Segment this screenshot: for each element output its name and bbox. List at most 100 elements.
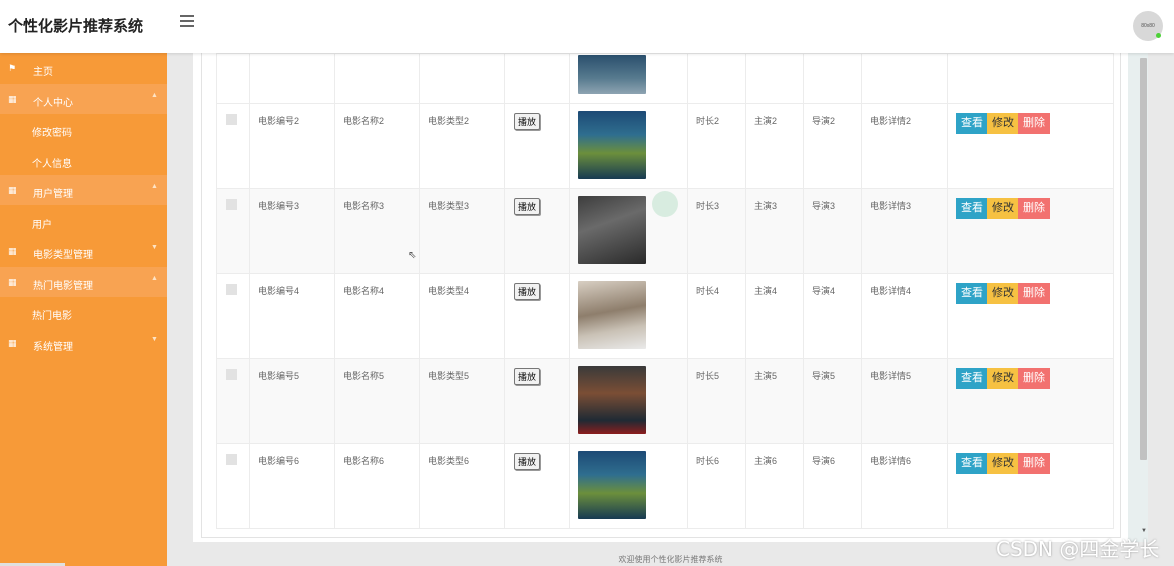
sidebar-item-label: 个人信息 (32, 159, 72, 170)
sidebar-item-label: 系统管理 (33, 342, 73, 353)
edit-button[interactable]: 修改 (987, 453, 1019, 474)
table-cell: 电影详情4 (861, 273, 948, 359)
movie-duration: 时长3 (696, 201, 720, 211)
movie-poster (578, 196, 646, 264)
grid-icon: ▦ (8, 277, 17, 287)
table-row: 电影编号6 电影名称6 电影类型6 播放 时长6 主演6 导演6 电影详情6 查看 修改 删除 (216, 443, 1114, 529)
table-cell: 播放 (504, 273, 570, 359)
table-cell: 主演5 (745, 358, 804, 444)
sidebar-item-6[interactable]: ▦ 电影类型管理 ▼ (0, 236, 167, 266)
sidebar-item-5[interactable]: 用户 (0, 206, 167, 236)
sidebar-item-9[interactable]: ▦ 系统管理 ▼ (0, 328, 167, 358)
table-row (216, 53, 1114, 104)
edit-button[interactable]: 修改 (987, 368, 1019, 389)
online-status-dot (1156, 33, 1161, 38)
actions-cell: 查看 修改 删除 (947, 188, 1114, 274)
sidebar: ⚑ 主页 ▦ 个人中心 ▲ 修改密码个人信息 ▦ 用户管理 ▲ 用户 ▦ 电影类型管理 ▼ ▦ 热门电影管理… (0, 53, 167, 566)
play-button[interactable]: 播放 (514, 368, 541, 385)
table-cell: 导演2 (803, 103, 862, 189)
table-cell: 时长5 (687, 358, 746, 444)
sidebar-item-4[interactable]: ▦ 用户管理 ▲ (0, 175, 167, 205)
movie-detail: 电影详情5 (870, 371, 912, 381)
table-cell: 电影编号2 (249, 103, 335, 189)
sidebar-item-3[interactable]: 个人信息 (0, 145, 167, 175)
chevron-up-icon: ▲ (151, 275, 158, 282)
table-cell (216, 53, 250, 104)
view-button[interactable]: 查看 (956, 198, 988, 219)
movie-type: 电影类型2 (428, 116, 470, 126)
table-cell: 导演6 (803, 443, 862, 529)
edit-button[interactable]: 修改 (987, 283, 1019, 304)
row-checkbox[interactable] (226, 114, 237, 125)
click-ripple (652, 191, 678, 217)
checkbox-cell (216, 188, 250, 274)
play-button[interactable]: 播放 (514, 453, 541, 470)
movie-poster (578, 366, 646, 434)
table-cell: 电影编号5 (249, 358, 335, 444)
movie-director: 导演2 (812, 116, 836, 126)
chevron-down-icon: ▼ (151, 336, 158, 343)
movie-poster (578, 451, 646, 519)
table-row: 电影编号4 电影名称4 电影类型4 播放 时长4 主演4 导演4 电影详情4 查看 修改 删除 (216, 273, 1114, 359)
movie-id: 电影编号5 (258, 371, 300, 381)
table-cell: 播放 (504, 443, 570, 529)
table-cell (745, 53, 804, 104)
actions-cell: 查看 修改 删除 (947, 103, 1114, 189)
row-checkbox[interactable] (226, 369, 237, 380)
movie-duration: 时长5 (696, 371, 720, 381)
table-cell: 电影详情3 (861, 188, 948, 274)
view-button[interactable]: 查看 (956, 113, 988, 134)
movie-id: 电影编号2 (258, 116, 300, 126)
play-button[interactable]: 播放 (514, 113, 541, 130)
table-cell (569, 358, 688, 444)
row-actions: 查看 修改 删除 (948, 104, 1113, 134)
row-checkbox[interactable] (226, 454, 237, 465)
row-checkbox[interactable] (226, 284, 237, 295)
sidebar-item-2[interactable]: 修改密码 (0, 114, 167, 144)
table-cell: 导演3 (803, 188, 862, 274)
view-button[interactable]: 查看 (956, 453, 988, 474)
delete-button[interactable]: 删除 (1018, 453, 1050, 474)
table-row: 电影编号2 电影名称2 电影类型2 播放 时长2 主演2 导演2 电影详情2 查看 修改 删除 (216, 103, 1114, 189)
edit-button[interactable]: 修改 (987, 198, 1019, 219)
delete-button[interactable]: 删除 (1018, 368, 1050, 389)
view-button[interactable]: 查看 (956, 368, 988, 389)
sidebar-item-0[interactable]: ⚑ 主页 (0, 53, 167, 83)
sidebar-item-1[interactable]: ▦ 个人中心 ▲ (0, 84, 167, 114)
table-cell: 导演5 (803, 358, 862, 444)
menu-toggle-icon[interactable] (180, 15, 194, 29)
table-cell (861, 53, 948, 104)
sidebar-item-7[interactable]: ▦ 热门电影管理 ▲ (0, 267, 167, 297)
table-row: 电影编号5 电影名称5 电影类型5 播放 时长5 主演5 导演5 电影详情5 查看 修改 删除 (216, 358, 1114, 444)
movie-type: 电影类型5 (428, 371, 470, 381)
row-actions: 查看 修改 删除 (948, 189, 1113, 219)
top-header: 个性化影片推荐系统 80x80 (0, 0, 1174, 53)
row-actions: 查看 修改 删除 (948, 359, 1113, 389)
delete-button[interactable]: 删除 (1018, 113, 1050, 134)
edit-button[interactable]: 修改 (987, 113, 1019, 134)
movie-name: 电影名称5 (343, 371, 385, 381)
table-cell: 电影详情5 (861, 358, 948, 444)
movie-detail: 电影详情6 (870, 456, 912, 466)
movie-type: 电影类型3 (428, 201, 470, 211)
scrollbar-thumb[interactable] (1140, 58, 1147, 460)
delete-button[interactable]: 删除 (1018, 283, 1050, 304)
table-cell (569, 273, 688, 359)
movie-detail: 电影详情3 (870, 201, 912, 211)
play-button[interactable]: 播放 (514, 283, 541, 300)
play-button[interactable]: 播放 (514, 198, 541, 215)
chevron-down-icon: ▼ (151, 244, 158, 251)
actions-cell: 查看 修改 删除 (947, 273, 1114, 359)
view-button[interactable]: 查看 (956, 283, 988, 304)
delete-button[interactable]: 删除 (1018, 198, 1050, 219)
movie-star: 主演6 (754, 456, 778, 466)
grid-icon: ▦ (8, 94, 17, 104)
movie-detail: 电影详情2 (870, 116, 912, 126)
chevron-up-icon: ▲ (151, 92, 158, 99)
row-checkbox[interactable] (226, 199, 237, 210)
table-cell (687, 53, 746, 104)
sidebar-item-8[interactable]: 热门电影 (0, 297, 167, 327)
checkbox-cell (216, 273, 250, 359)
movie-name: 电影名称4 (343, 286, 385, 296)
movie-poster (578, 55, 646, 94)
